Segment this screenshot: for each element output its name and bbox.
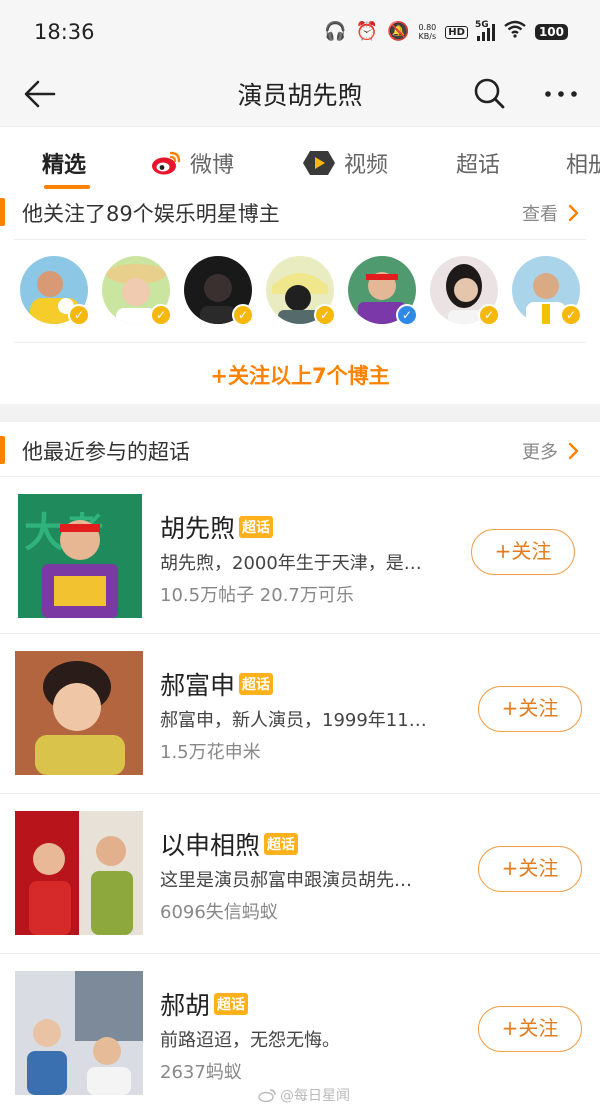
followed-avatar[interactable]: ✓ xyxy=(102,256,172,326)
topics-section-header: 他最近参与的超话 更多 xyxy=(0,428,600,472)
followed-avatars: ✓ ✓ ✓ ✓ ✓ ✓ ✓ xyxy=(0,256,600,328)
weibo-logo-icon xyxy=(152,151,181,175)
tab-featured[interactable]: 精选 xyxy=(42,147,86,179)
wifi-icon xyxy=(504,20,526,44)
section-separator xyxy=(0,404,600,422)
follow-button[interactable]: +关注 xyxy=(478,846,582,892)
tab-active-indicator xyxy=(44,185,90,189)
topics-more-link[interactable]: 更多 xyxy=(522,438,580,464)
status-icons: 🎧 ⏰ 🔕 0.80 KB/s HD 5G 100 xyxy=(324,20,568,44)
topic-thumbnail xyxy=(15,971,143,1095)
header: 演员胡先煦 xyxy=(0,62,600,126)
search-icon[interactable] xyxy=(470,74,510,114)
followed-avatar[interactable]: ✓ xyxy=(266,256,336,326)
super-topic-tag: 超话 xyxy=(239,516,274,538)
verified-badge-icon: ✓ xyxy=(150,304,172,326)
topic-description: 郝富申，新人演员，1999年11… xyxy=(160,710,427,731)
topic-stats: 10.5万帖子 20.7万可乐 xyxy=(160,585,354,606)
divider xyxy=(14,342,586,343)
follow-button[interactable]: +关注 xyxy=(478,686,582,732)
page-title: 演员胡先煦 xyxy=(237,81,363,110)
topic-item[interactable]: 大考 胡先煦 超话 胡先煦，2000年生于天津，是… 10.5万帖子 20.7万… xyxy=(0,477,600,635)
topic-name: 郝富申 超话 xyxy=(160,666,274,702)
mute-icon: 🔕 xyxy=(387,21,410,42)
tab-super-topic[interactable]: 超话 xyxy=(456,147,500,179)
topic-name: 以申相煦 超话 xyxy=(160,826,299,862)
net-speed: 0.80 KB/s xyxy=(418,23,437,41)
divider xyxy=(14,239,586,240)
verified-badge-icon: ✓ xyxy=(560,304,582,326)
signal-icon: 5G xyxy=(475,20,495,41)
follow-button[interactable]: +关注 xyxy=(471,529,575,575)
topic-thumbnail xyxy=(15,811,143,935)
super-topic-tag: 超话 xyxy=(214,993,249,1015)
super-topic-tag: 超话 xyxy=(264,833,299,855)
topic-description: 胡先煦，2000年生于天津，是… xyxy=(160,553,422,574)
section-accent-bar xyxy=(0,198,5,226)
verified-badge-icon: ✓ xyxy=(396,304,418,326)
tab-video[interactable]: 视频 xyxy=(302,147,388,179)
tab-weibo[interactable]: 微博 xyxy=(150,147,234,179)
followed-avatar[interactable]: ✓ xyxy=(430,256,500,326)
verified-badge-icon: ✓ xyxy=(478,304,500,326)
topic-stats: 2637蚂蚁 xyxy=(160,1062,242,1083)
followed-avatar[interactable]: ✓ xyxy=(20,256,90,326)
following-title: 他关注了89个娱乐明星博主 xyxy=(22,202,280,226)
verified-badge-icon: ✓ xyxy=(232,304,254,326)
topic-thumbnail: 大考 xyxy=(18,494,142,618)
status-bar: 18:36 🎧 ⏰ 🔕 0.80 KB/s HD 5G 100 xyxy=(0,0,600,62)
following-section-header: 他关注了89个娱乐明星博主 查看 xyxy=(0,190,600,234)
verified-badge-icon: ✓ xyxy=(68,304,90,326)
weibo-watermark-icon xyxy=(258,1089,276,1102)
follow-all-button[interactable]: +关注以上7个博主 xyxy=(0,360,600,390)
followed-avatar[interactable]: ✓ xyxy=(348,256,418,326)
followed-avatar[interactable]: ✓ xyxy=(512,256,582,326)
headphones-icon: 🎧 xyxy=(324,21,347,42)
super-topic-tag: 超话 xyxy=(239,673,274,695)
tab-album[interactable]: 相册 xyxy=(566,147,600,179)
topics-title: 他最近参与的超话 xyxy=(22,440,190,464)
watermark: @每日星闻 xyxy=(258,1085,350,1105)
chevron-right-icon xyxy=(568,442,579,460)
topic-description: 前路迢迢，无怨无悔。 xyxy=(160,1030,340,1051)
chevron-right-icon xyxy=(568,204,579,222)
following-view-link[interactable]: 查看 xyxy=(522,200,580,226)
topic-name: 胡先煦 超话 xyxy=(160,509,274,545)
hd-icon: HD xyxy=(445,25,468,39)
topic-name: 郝胡 超话 xyxy=(160,986,249,1022)
status-time: 18:36 xyxy=(34,20,95,44)
topic-item[interactable]: 郝富申 超话 郝富申，新人演员，1999年11… 1.5万花申米 +关注 xyxy=(0,634,600,792)
topic-stats: 6096失信蚂蚁 xyxy=(160,902,278,923)
follow-button[interactable]: +关注 xyxy=(478,1006,582,1052)
alarm-icon: ⏰ xyxy=(355,21,379,42)
tab-bar: 精选 微博 视频 超话 相册 xyxy=(0,126,600,190)
topic-thumbnail xyxy=(15,651,143,775)
topic-stats: 1.5万花申米 xyxy=(160,742,261,763)
video-play-icon xyxy=(303,151,335,175)
followed-avatar[interactable]: ✓ xyxy=(184,256,254,326)
topic-description: 这里是演员郝富申跟演员胡先… xyxy=(160,870,412,891)
section-accent-bar xyxy=(0,436,5,464)
more-options-icon[interactable] xyxy=(541,74,581,114)
battery-icon: 100 xyxy=(534,24,568,40)
topic-item[interactable]: 以申相煦 超话 这里是演员郝富申跟演员胡先… 6096失信蚂蚁 +关注 xyxy=(0,794,600,952)
verified-badge-icon: ✓ xyxy=(314,304,336,326)
